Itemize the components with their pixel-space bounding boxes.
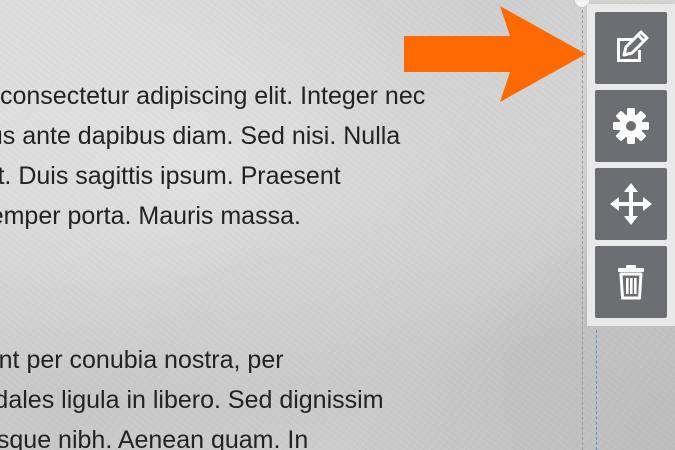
paragraph-line: mauris. Fusce nec tellus sed augue sempe…	[0, 202, 301, 230]
paragraph-line: lacinia nunc. Curabitur tortor. Pellente…	[0, 426, 309, 450]
paragraph-line: quis sem at nibh elementum imperdiet. Du…	[0, 162, 341, 190]
move-button[interactable]	[595, 168, 667, 240]
move-icon	[609, 182, 653, 226]
delete-button[interactable]	[595, 246, 667, 318]
trash-icon	[611, 262, 651, 302]
block-toolbar	[587, 4, 675, 326]
paragraph-line: odio. Praesent libero. Sed cursus ante d…	[0, 122, 401, 150]
paragraph-line: inceptos himenaeos. Curabitur sodales li…	[0, 386, 384, 414]
paragraph-2: Class aptent taciti sociosqu ad litora t…	[0, 340, 502, 450]
drop-guide-line	[596, 330, 597, 450]
paragraph-line: Class aptent taciti sociosqu ad litora t…	[0, 346, 284, 374]
edit-icon	[611, 28, 651, 68]
settings-button[interactable]	[595, 90, 667, 162]
edit-button[interactable]	[595, 12, 667, 84]
annotation-arrow	[404, 6, 586, 102]
gear-icon	[611, 106, 651, 146]
